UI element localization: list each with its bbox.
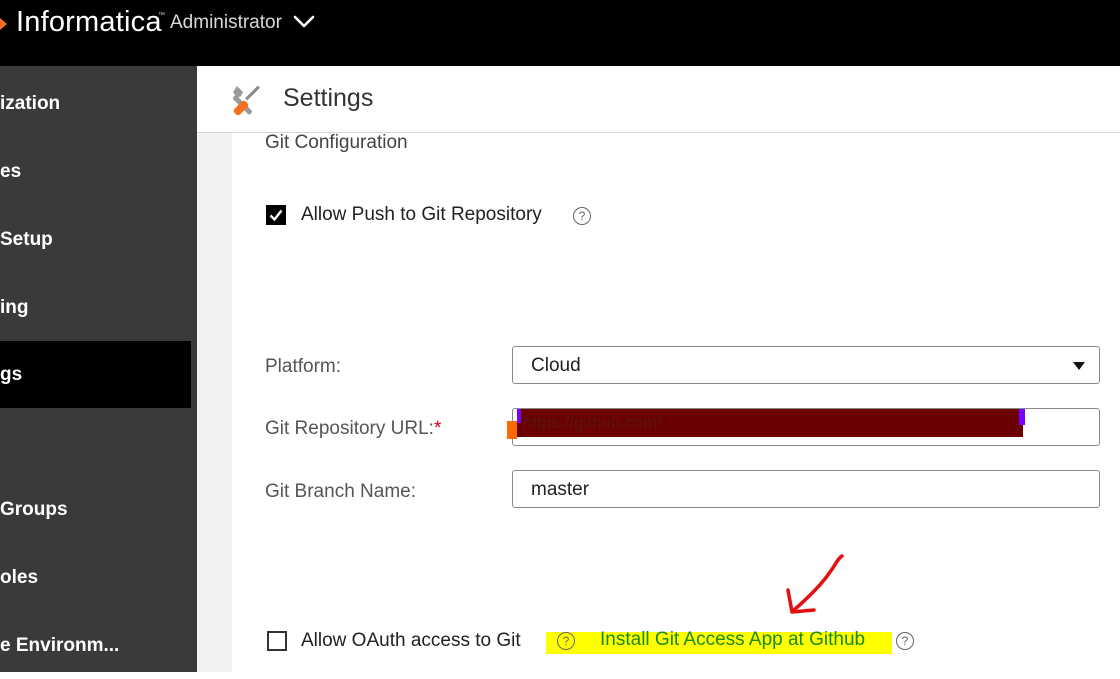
sidebar-item-licenses[interactable]: es xyxy=(0,138,191,205)
sidebar-item-label: gs xyxy=(0,363,23,385)
allow-push-label: Allow Push to Git Repository xyxy=(301,204,542,225)
redacted-url: https://github.com/... xyxy=(517,409,1023,437)
page-header: Settings xyxy=(197,66,1120,133)
required-marker: * xyxy=(433,418,442,439)
repo-url-label-text: Git Repository URL: xyxy=(265,418,434,439)
repo-url-input[interactable]: https://github.com/... xyxy=(507,408,1100,446)
sidebar-item-settings[interactable]: gs xyxy=(0,341,191,408)
page-title: Settings xyxy=(283,84,374,112)
sidebar-item-label: e Environm... xyxy=(0,634,120,656)
platform-select[interactable]: Cloud xyxy=(512,346,1100,384)
branch-value: master xyxy=(531,479,590,500)
allow-push-checkbox[interactable] xyxy=(266,205,286,225)
sidebar-item-user-groups[interactable]: Groups xyxy=(0,476,191,543)
branch-input[interactable]: master xyxy=(512,470,1100,508)
sidebar-item-label: ing xyxy=(0,296,29,318)
caret-down-icon xyxy=(1073,362,1085,370)
sidebar-item-label: Setup xyxy=(0,228,53,250)
redaction-mark xyxy=(517,409,521,423)
role-label[interactable]: Administrator xyxy=(170,12,282,34)
tools-icon xyxy=(233,85,260,116)
brand-name: Informatica xyxy=(16,6,162,38)
annotation-arrow-icon xyxy=(786,554,844,614)
content-gutter xyxy=(197,133,232,672)
sidebar-item-organization[interactable]: ization xyxy=(0,70,191,137)
help-icon[interactable]: ? xyxy=(573,207,591,225)
sidebar-item-label: Groups xyxy=(0,498,68,520)
help-icon[interactable]: ? xyxy=(896,632,914,650)
chevron-down-icon[interactable] xyxy=(290,8,318,36)
sidebar-item-runtime-environments[interactable]: e Environm... xyxy=(0,612,191,679)
sidebar-item-label: ization xyxy=(0,92,61,114)
sidebar-item-user-roles[interactable]: oles xyxy=(0,544,191,611)
sidebar-item-runtime-setup[interactable]: Setup xyxy=(0,206,191,273)
help-icon[interactable]: ? xyxy=(557,632,575,650)
sidebar: ization es Setup ing gs Groups oles e En… xyxy=(0,66,197,672)
sidebar-item-label: oles xyxy=(0,566,39,588)
allow-oauth-checkbox[interactable] xyxy=(267,631,287,651)
allow-oauth-label: Allow OAuth access to Git xyxy=(301,630,521,651)
section-title: Git Configuration xyxy=(265,132,408,153)
platform-value: Cloud xyxy=(531,355,581,376)
sidebar-item-metering[interactable]: ing xyxy=(0,274,191,341)
redaction-mark xyxy=(1019,409,1025,425)
sidebar-item-blank[interactable] xyxy=(0,408,191,475)
brand-logo-mark xyxy=(0,18,7,30)
redaction-mark xyxy=(507,421,517,439)
sidebar-item-label: es xyxy=(0,160,22,182)
platform-label: Platform: xyxy=(265,356,342,377)
brand-trademark: ™ xyxy=(158,12,165,19)
branch-label: Git Branch Name: xyxy=(265,481,416,502)
install-git-app-link[interactable]: Install Git Access App at Github xyxy=(600,629,865,651)
top-bar: Informatica ™ Administrator xyxy=(0,0,1120,66)
checkmark-icon xyxy=(269,209,283,222)
repo-url-label: Git Repository URL:* xyxy=(265,418,441,440)
